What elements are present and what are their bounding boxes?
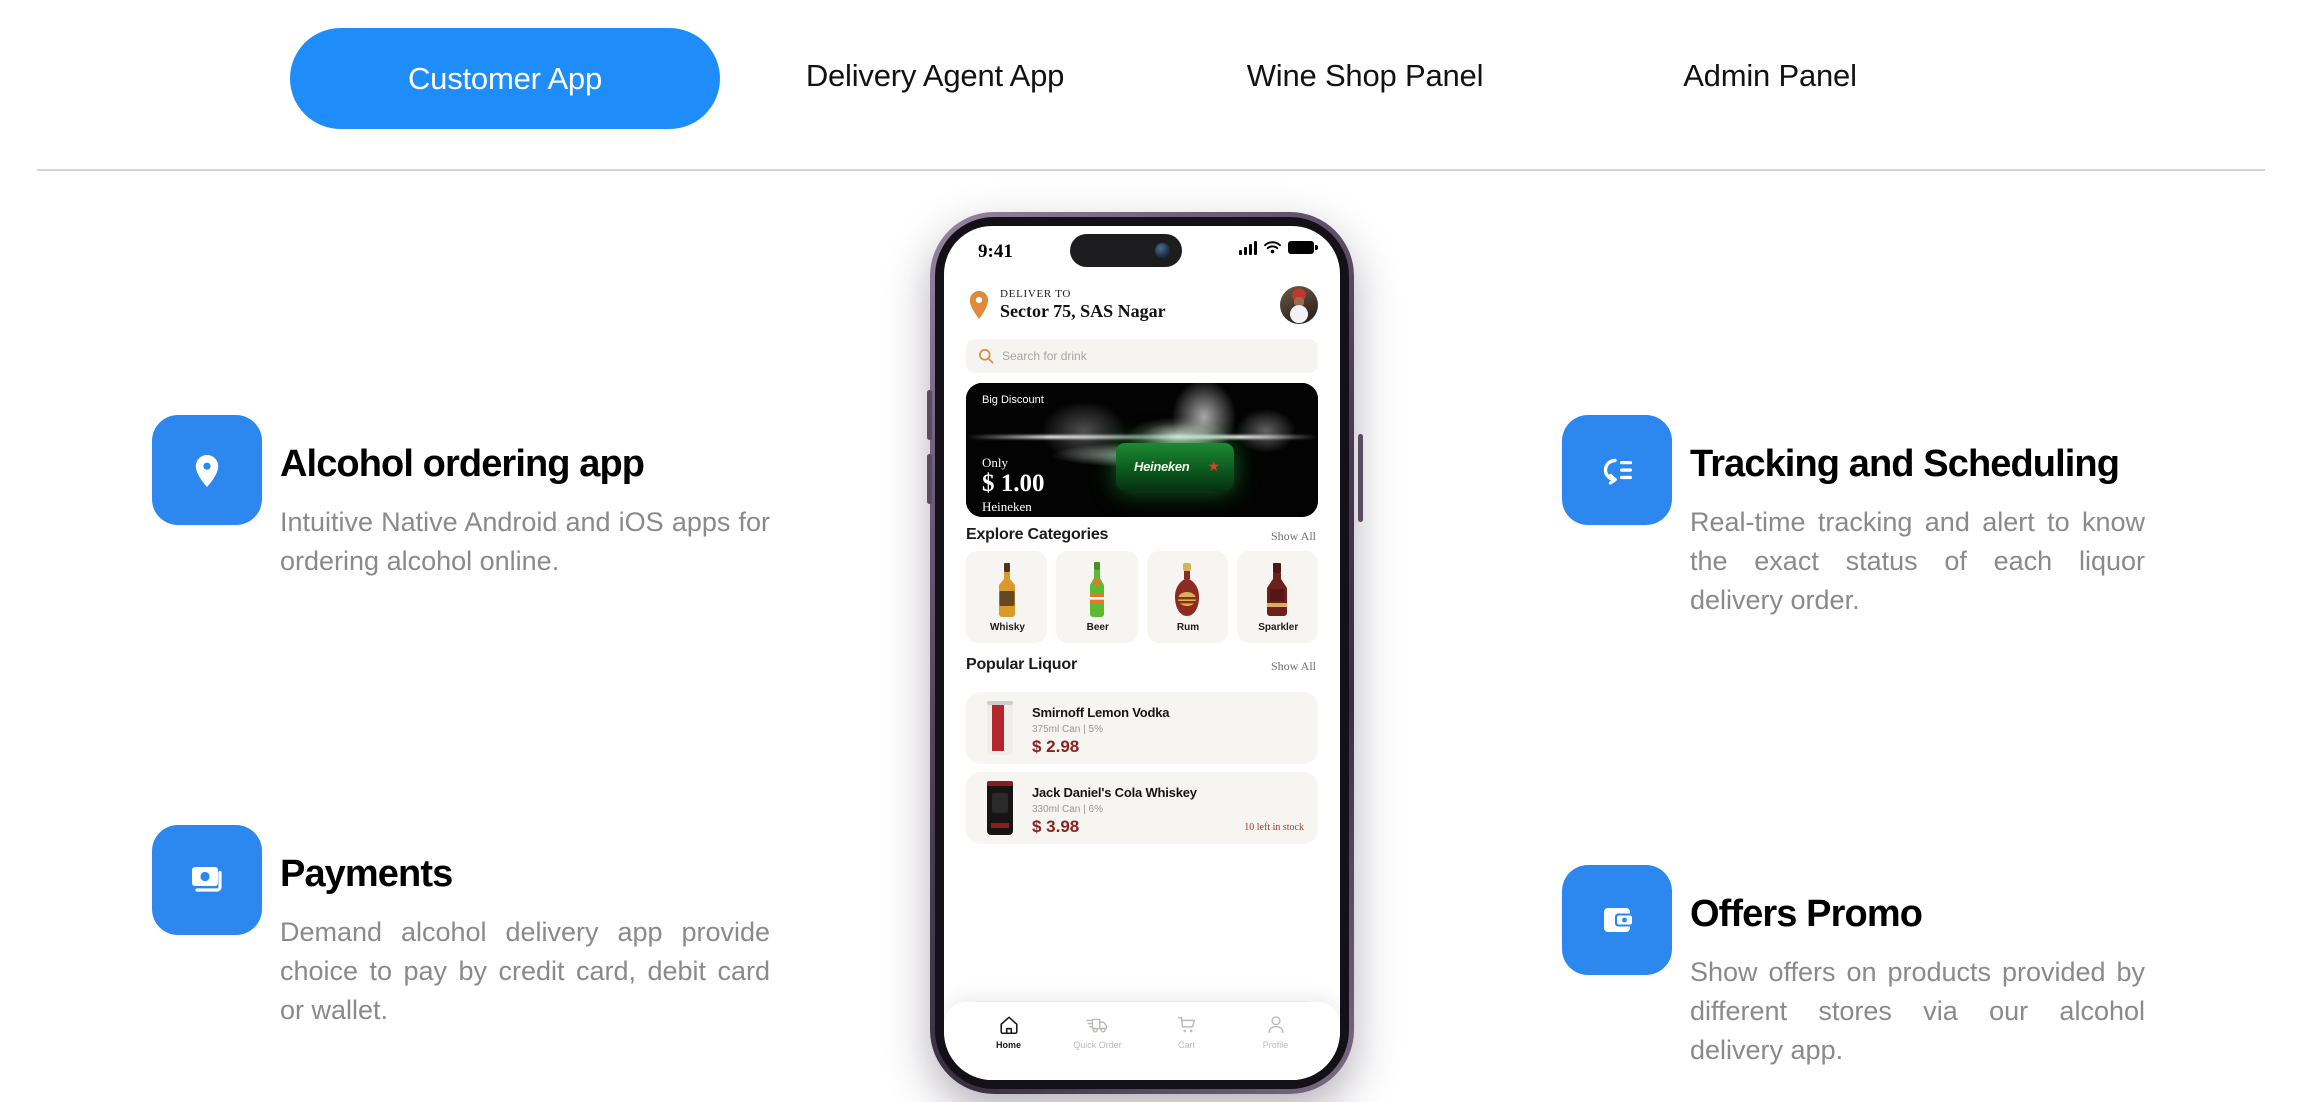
deliver-to-label: DELIVER TO: [1000, 288, 1072, 300]
feature-description: Show offers on products provided by diff…: [1690, 957, 2145, 1065]
status-bar: 9:41: [944, 226, 1340, 280]
explore-categories-header: Explore Categories Show All: [966, 526, 1318, 548]
nav-label: Home: [995, 1040, 1021, 1050]
banner-only-label: Only: [982, 455, 1008, 470]
banner-brand: Heineken: [982, 499, 1032, 514]
tab-label: Customer App: [407, 60, 603, 96]
nav-label: Profile: [1262, 1040, 1289, 1050]
product-name: Jack Daniel's Cola Whiskey: [1032, 785, 1197, 800]
show-all-popular-link[interactable]: Show All: [1271, 659, 1316, 674]
phone-screen: 9:41 DELIVER TO Sector 75, SAS Nagar Sea…: [944, 226, 1340, 1080]
heineken-star-icon: ★: [1207, 458, 1220, 474]
location-pin-icon: [152, 415, 262, 525]
category-item-beer[interactable]: Beer: [1056, 551, 1138, 643]
wallet-offer-icon: [1562, 865, 1672, 975]
product-name: Smirnoff Lemon Vodka: [1032, 705, 1170, 720]
banner-tag: Big Discount: [982, 394, 1044, 406]
category-item-whisky[interactable]: Whisky: [966, 551, 1048, 643]
volume-up-button[interactable]: [927, 390, 932, 440]
feature-title: Tracking and Scheduling: [1690, 443, 2120, 485]
truck-icon: [1085, 1018, 1107, 1033]
battery-full-icon: [1288, 241, 1318, 254]
product-meta: 375ml Can | 5%: [1032, 724, 1103, 735]
header-divider: [37, 169, 2265, 171]
feature-title: Offers Promo: [1690, 893, 1923, 935]
map-pin-icon: [969, 291, 989, 319]
smirnoff-can-image: [987, 701, 1013, 755]
cellular-signal-icon: [1239, 240, 1257, 255]
search-placeholder: Search for drink: [1002, 349, 1087, 363]
tab-admin-panel[interactable]: Admin Panel: [1670, 58, 1870, 94]
feature-description: Real-time tracking and alert to know the…: [1690, 507, 2145, 615]
bottle-brand-label: Heineken: [1134, 459, 1190, 474]
nav-item-quick-order[interactable]: Quick Order: [1053, 1014, 1142, 1080]
profile-icon: [1267, 1016, 1284, 1034]
nav-item-cart[interactable]: Cart: [1142, 1014, 1231, 1080]
nav-label: Quick Order: [1073, 1040, 1122, 1050]
product-row-jack-daniels[interactable]: Jack Daniel's Cola Whiskey 330ml Can | 6…: [966, 772, 1318, 844]
feature-description: Demand alcohol delivery app provide choi…: [280, 917, 770, 1025]
section-title: Popular Liquor: [966, 656, 1077, 673]
volume-down-button[interactable]: [927, 454, 932, 504]
wifi-icon: [1264, 241, 1281, 254]
front-camera-icon: [1155, 243, 1170, 258]
feature-title: Alcohol ordering app: [280, 443, 645, 485]
tab-customer-app[interactable]: Customer App: [290, 28, 720, 129]
popular-liquor-header: Popular Liquor Show All: [966, 656, 1318, 678]
feature-description: Intuitive Native Android and iOS apps fo…: [280, 507, 770, 576]
promo-banner[interactable]: Heineken ★ Big Discount Only $ 1.00 Hein…: [966, 383, 1318, 517]
product-price: $ 3.98: [1032, 817, 1080, 836]
banner-price: $ 1.00: [982, 470, 1045, 497]
whisky-bottle-icon: [998, 563, 1015, 617]
status-indicators: [1239, 240, 1318, 255]
feature-title: Payments: [280, 853, 453, 895]
show-all-categories-link[interactable]: Show All: [1271, 529, 1316, 544]
search-icon: [979, 349, 994, 364]
category-label: Rum: [1176, 622, 1200, 633]
rum-bottle-icon: [1175, 563, 1200, 616]
nav-label: Cart: [1177, 1040, 1195, 1050]
delivery-location[interactable]: Sector 75, SAS Nagar: [1000, 301, 1166, 322]
status-time: 9:41: [978, 241, 1013, 262]
category-item-rum[interactable]: Rum: [1146, 551, 1228, 643]
jack-daniels-can-image: [987, 781, 1013, 835]
product-row-smirnoff[interactable]: Smirnoff Lemon Vodka 375ml Can | 5% $ 2.…: [966, 692, 1318, 764]
heineken-bottle-image: Heineken ★: [1116, 443, 1234, 491]
bottom-nav-bar: Home Quick Order Cart Profile: [944, 1002, 1340, 1080]
avatar[interactable]: [1280, 286, 1318, 324]
water-splash: [966, 435, 1318, 439]
nav-item-profile[interactable]: Profile: [1231, 1014, 1320, 1080]
sparkler-bottle-icon: [1267, 563, 1288, 616]
app-type-tab-bar: Customer App Delivery Agent App Wine Sho…: [0, 0, 2300, 160]
app-header: DELIVER TO Sector 75, SAS Nagar: [944, 282, 1340, 334]
tab-wine-shop-panel[interactable]: Wine Shop Panel: [1240, 58, 1490, 94]
category-label: Sparkler: [1258, 622, 1299, 633]
beer-bottle-icon: [1089, 562, 1104, 617]
nav-item-home[interactable]: Home: [964, 1014, 1053, 1080]
product-price: $ 2.98: [1032, 737, 1080, 756]
power-button[interactable]: [1358, 434, 1363, 522]
cart-icon: [1177, 1016, 1195, 1033]
product-stock-badge: 10 left in stock: [1244, 822, 1304, 833]
home-icon: [999, 1016, 1018, 1035]
page-root: Customer App Delivery Agent App Wine Sho…: [0, 0, 2300, 1102]
category-list: Whisky Beer Rum Sparkler: [966, 551, 1318, 643]
payment-cards-icon: [152, 825, 262, 935]
tracking-list-icon: [1562, 415, 1672, 525]
category-label: Beer: [1086, 622, 1109, 633]
tab-delivery-agent-app[interactable]: Delivery Agent App: [790, 58, 1080, 94]
product-meta: 330ml Can | 6%: [1032, 804, 1103, 815]
section-title: Explore Categories: [966, 526, 1109, 543]
category-item-sparkler[interactable]: Sparkler: [1236, 551, 1318, 643]
dynamic-island: [1070, 234, 1182, 267]
category-label: Whisky: [989, 622, 1025, 633]
search-input[interactable]: Search for drink: [966, 339, 1318, 373]
phone-mockup: 9:41 DELIVER TO Sector 75, SAS Nagar Sea…: [927, 212, 1363, 1102]
